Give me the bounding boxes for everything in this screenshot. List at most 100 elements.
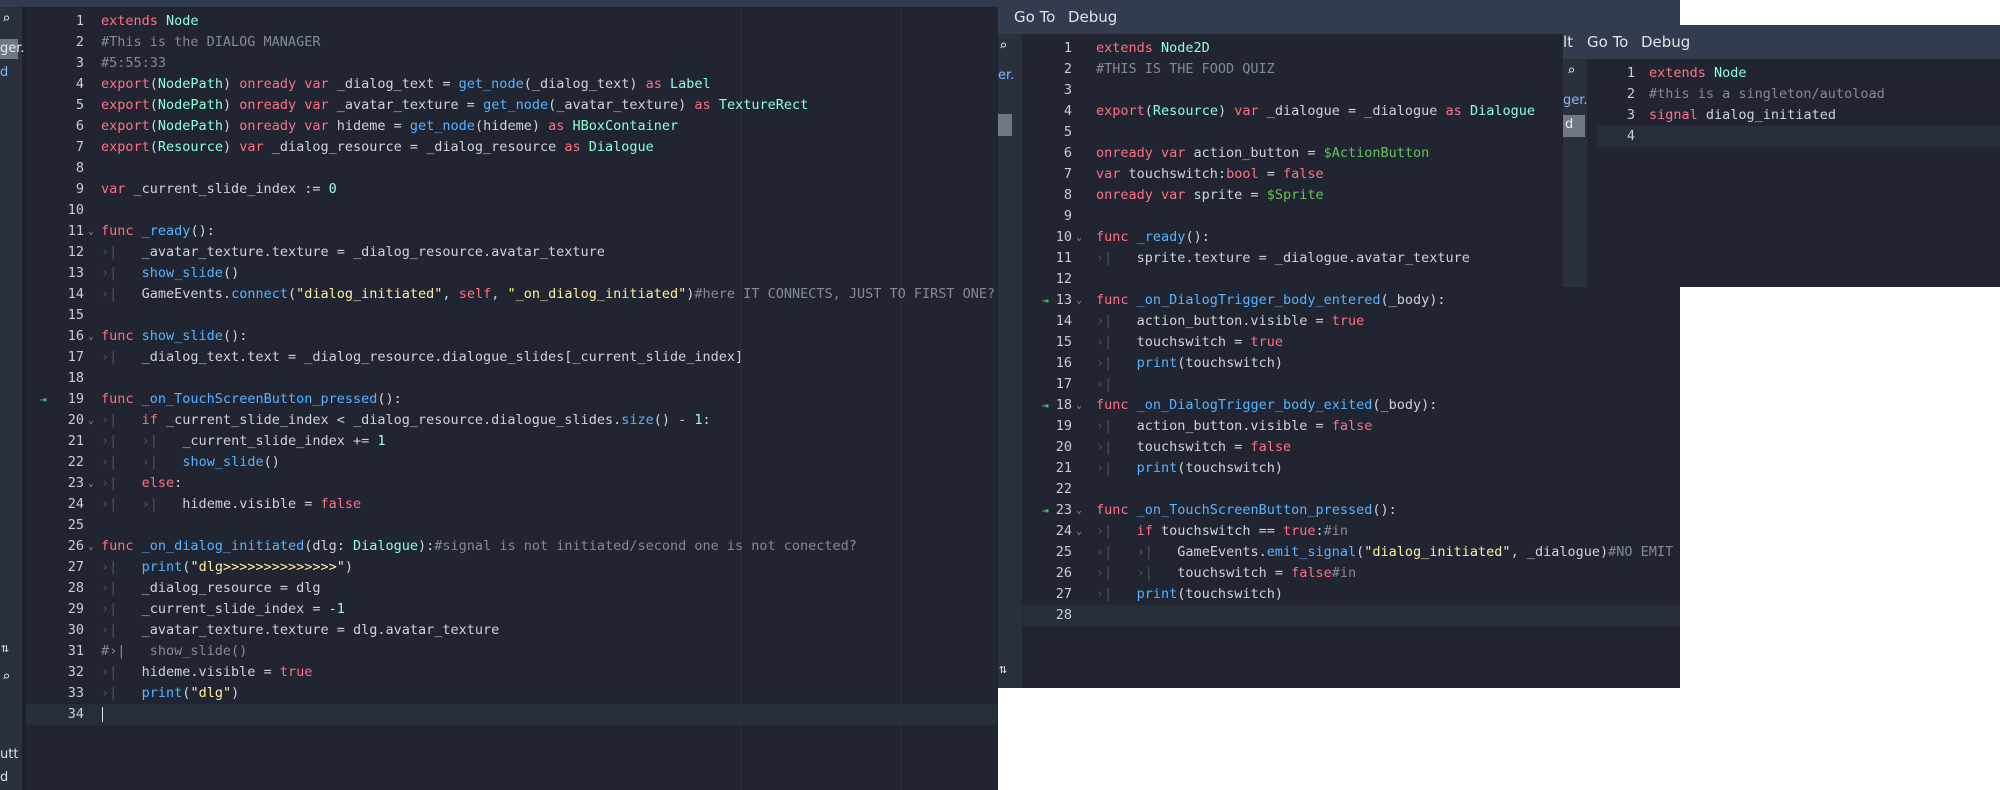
code-line[interactable]: 8 [26,158,998,179]
search-icon[interactable]: ⌕ [2,11,10,27]
code-line[interactable]: 14 ›| action_button.visible = true [1022,311,1680,332]
fold-arrow-icon[interactable]: ⌄ [86,410,96,431]
code-text[interactable]: ›| _dialog_text.text = _dialog_resource.… [101,347,743,368]
sidebar-item-label[interactable]: ger. [0,41,25,56]
code-line[interactable]: 34 [26,704,998,725]
code-text[interactable]: func _on_TouchScreenButton_pressed(): [101,389,402,410]
code-text[interactable]: export(NodePath) onready var hideme = ge… [101,116,678,137]
signal-connection-icon[interactable]: ⇥ [1042,290,1054,311]
sidebar-item-selected[interactable] [998,114,1012,136]
code-text[interactable]: export(Resource) var _dialog_resource = … [101,137,654,158]
code-text[interactable]: export(NodePath) onready var _dialog_tex… [101,74,711,95]
search-icon[interactable]: ⌕ [1567,63,1575,79]
code-line[interactable]: 1 extends Node [1597,63,2000,84]
code-text[interactable]: ›| if touchswitch == true:#in [1096,521,1348,542]
code-text[interactable]: var touchswitch:bool = false [1096,164,1324,185]
code-line[interactable]: 22 ›| ›| show_slide() [26,452,998,473]
code-line[interactable]: 25 [26,515,998,536]
fold-arrow-icon[interactable]: ⌄ [1074,227,1084,248]
menu-debug[interactable]: Debug [1641,25,1690,59]
code-text[interactable]: func _ready(): [1096,227,1210,248]
code-text[interactable]: export(NodePath) onready var _avatar_tex… [101,95,808,116]
code-text[interactable]: func show_slide(): [101,326,247,347]
sidebar-item-label[interactable]: utt [0,747,18,762]
sort-icon[interactable]: ⇅ [999,662,1007,677]
fold-arrow-icon[interactable]: ⌄ [1074,290,1084,311]
code-line[interactable]: 18 [26,368,998,389]
code-line[interactable]: 11 ⌄ func _ready(): [26,221,998,242]
code-line[interactable]: 23 ⇥ ⌄ func _on_TouchScreenButton_pressed()… [1022,500,1680,521]
code-line[interactable]: 21 ›| print(touchswitch) [1022,458,1680,479]
code-text[interactable]: ›| sprite.texture = _dialogue.avatar_tex… [1096,248,1470,269]
code-text[interactable]: ›| _dialog_resource = dlg [101,578,320,599]
code-line[interactable]: 12 ›| _avatar_texture.texture = _dialog_r… [26,242,998,263]
code-line[interactable]: 17 ›| [1022,374,1680,395]
code-text[interactable]: ›| hideme.visible = true [101,662,312,683]
code-text[interactable]: ›| ›| hideme.visible = false [101,494,361,515]
code-text[interactable]: ›| _avatar_texture.texture = dlg.avatar_… [101,620,499,641]
code-text[interactable]: ›| ›| _current_slide_index += 1 [101,431,386,452]
code-line[interactable]: 25 ›| ›| GameEvents.emit_signal("dialog_i… [1022,542,1680,563]
fold-arrow-icon[interactable]: ⌄ [1074,521,1084,542]
code-line[interactable]: 1 extends Node [26,11,998,32]
search-icon[interactable]: ⌕ [999,38,1007,54]
code-line[interactable]: 22 [1022,479,1680,500]
code-text[interactable]: ›| action_button.visible = false [1096,416,1372,437]
code-line[interactable]: 3 signal dialog_initiated [1597,105,2000,126]
fold-arrow-icon[interactable]: ⌄ [86,326,96,347]
code-line[interactable]: 13 ›| show_slide() [26,263,998,284]
code-text[interactable]: ›| print("dlg>>>>>>>>>>>>>>") [101,557,353,578]
code-text[interactable]: onready var sprite = $Sprite [1096,185,1324,206]
sidebar-item-label[interactable]: d [0,770,8,785]
code-line[interactable]: 23 ⌄ ›| else: [26,473,998,494]
code-line[interactable]: 20 ⌄ ›| if _current_slide_index < _dialog_… [26,410,998,431]
fold-arrow-icon[interactable]: ⌄ [1074,500,1084,521]
code-line[interactable]: 4 [1597,126,2000,147]
code-text[interactable]: #5:55:33 [101,53,166,74]
code-text[interactable]: ›| ›| show_slide() [101,452,280,473]
code-line[interactable]: 15 ›| touchswitch = true [1022,332,1680,353]
code-line[interactable]: 6 export(NodePath) onready var hideme = g… [26,116,998,137]
code-text[interactable]: func _on_DialogTrigger_body_entered(_bod… [1096,290,1446,311]
code-text[interactable]: ›| show_slide() [101,263,239,284]
code-line[interactable]: 27 ›| print("dlg>>>>>>>>>>>>>>") [26,557,998,578]
code-text[interactable]: #this is a singleton/autoload [1649,84,1885,105]
menu-go-to[interactable]: Go To [1587,25,1628,59]
code-line[interactable]: 33 ›| print("dlg") [26,683,998,704]
code-text[interactable]: #This is the DIALOG MANAGER [101,32,320,53]
code-line[interactable]: 14 ›| GameEvents.connect("dialog_initiate… [26,284,998,305]
right-code-area[interactable]: 1 extends Node 2 #this is a singleton/autol… [1597,63,2000,287]
code-text[interactable]: func _on_DialogTrigger_body_exited(_body… [1096,395,1437,416]
code-text[interactable]: ›| touchswitch = true [1096,332,1283,353]
code-line[interactable]: 29 ›| _current_slide_index = -1 [26,599,998,620]
sidebar-item-label[interactable]: er. [998,68,1014,83]
code-line[interactable]: 3 #5:55:33 [26,53,998,74]
code-line[interactable]: 24 ›| ›| hideme.visible = false [26,494,998,515]
fold-arrow-icon[interactable]: ⌄ [86,473,96,494]
signal-connection-icon[interactable]: ⇥ [1042,395,1054,416]
code-text[interactable]: ›| _current_slide_index = -1 [101,599,345,620]
code-line[interactable]: 28 [1022,605,1680,626]
code-text[interactable]: extends Node2D [1096,38,1210,59]
code-text[interactable]: signal dialog_initiated [1649,105,1836,126]
code-line[interactable]: 9 var _current_slide_index := 0 [26,179,998,200]
code-line[interactable]: 27 ›| print(touchswitch) [1022,584,1680,605]
code-text[interactable]: ›| ›| touchswitch = false#in [1096,563,1356,584]
code-text[interactable]: ›| _avatar_texture.texture = _dialog_res… [101,242,605,263]
code-text[interactable]: ›| [1096,374,1112,395]
fold-arrow-icon[interactable]: ⌄ [86,536,96,557]
code-text[interactable]: ›| print("dlg") [101,683,239,704]
menu-debug[interactable]: Debug [1068,0,1117,34]
code-text[interactable]: ›| GameEvents.connect("dialog_initiated"… [101,284,995,305]
code-line[interactable]: 10 [26,200,998,221]
signal-connection-icon[interactable]: ⇥ [1042,500,1054,521]
code-text[interactable]: extends Node [101,11,199,32]
code-text[interactable]: #›| show_slide() [101,641,247,662]
code-text[interactable]: ›| print(touchswitch) [1096,458,1283,479]
code-text[interactable]: ›| print(touchswitch) [1096,353,1283,374]
code-line[interactable]: 15 [26,305,998,326]
code-line[interactable]: 26 ›| ›| touchswitch = false#in [1022,563,1680,584]
code-text[interactable]: onready var action_button = $ActionButto… [1096,143,1429,164]
menu-go-to[interactable]: Go To [1014,0,1055,34]
code-text[interactable]: ›| print(touchswitch) [1096,584,1283,605]
